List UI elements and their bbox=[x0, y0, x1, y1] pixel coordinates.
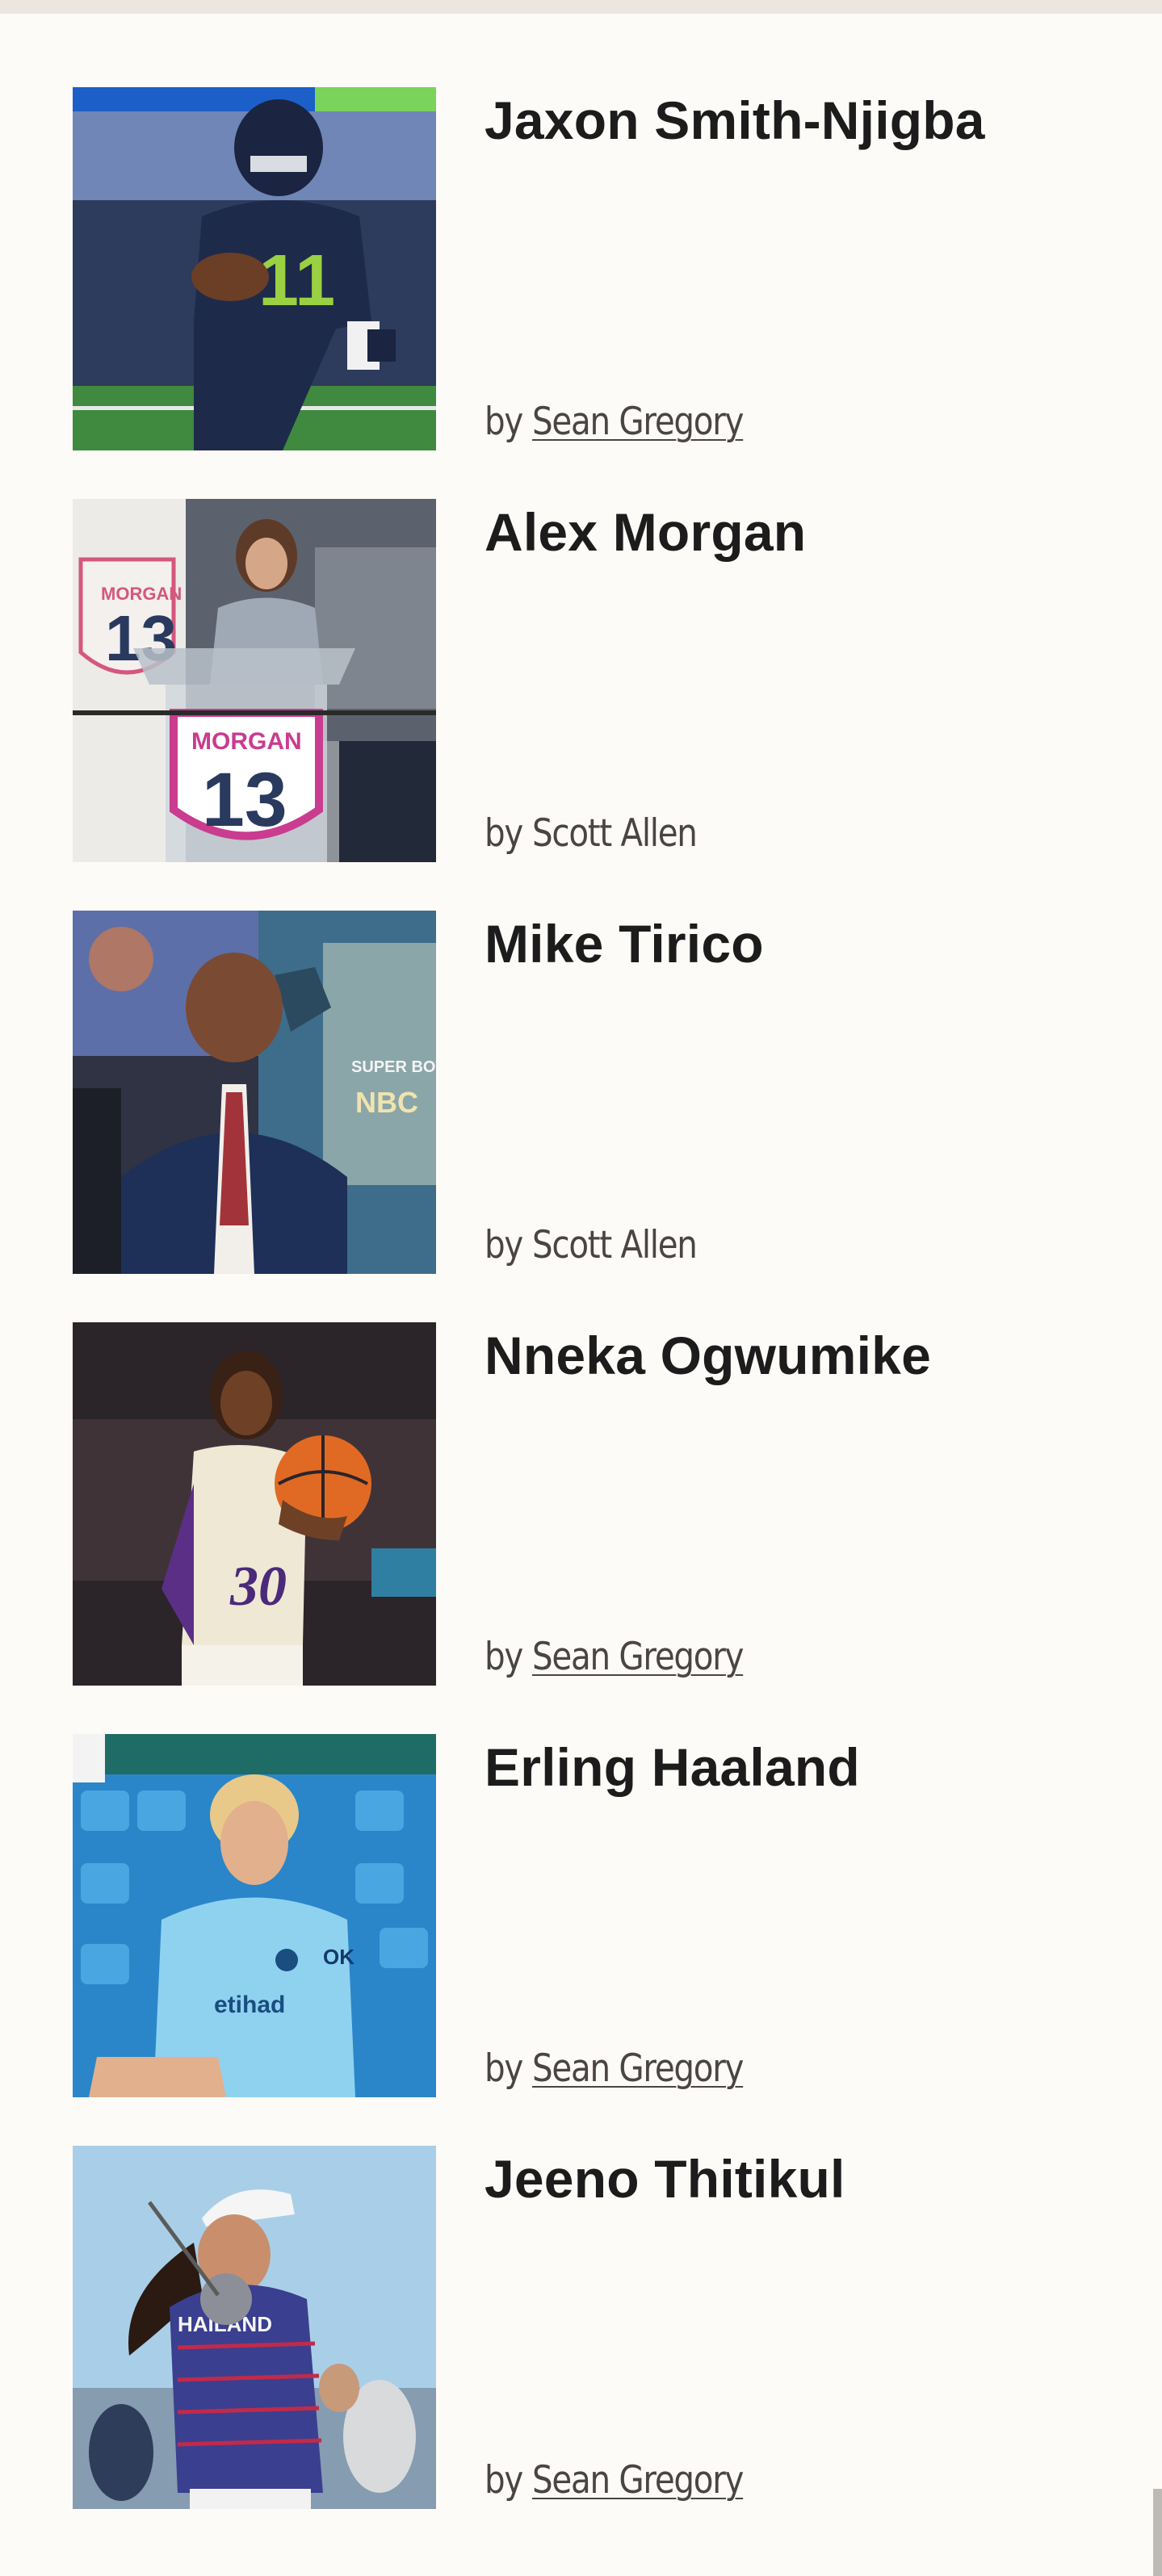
article-card: HAILAND Jeeno Thitikul bySean Gregory bbox=[73, 2146, 1090, 2509]
byline-prefix: by bbox=[485, 1635, 523, 1679]
byline-prefix: by bbox=[485, 2046, 523, 2091]
author-link[interactable]: Sean Gregory bbox=[532, 400, 744, 444]
podium-speaker-photo: MORGAN 13 MORGAN 13 bbox=[73, 499, 436, 862]
svg-text:OK: OK bbox=[323, 1945, 354, 1969]
byline: by Sean Gregory bbox=[485, 2046, 744, 2091]
svg-text:SUPER BOW: SUPER BOW bbox=[351, 1058, 436, 1076]
article-thumbnail[interactable]: SUPER BOW NBC bbox=[73, 911, 436, 1274]
article-thumbnail[interactable]: HAILAND bbox=[73, 2146, 436, 2509]
author-link[interactable]: Sean Gregory bbox=[532, 1635, 744, 1679]
svg-text:NBC: NBC bbox=[355, 1086, 418, 1119]
author-link[interactable]: Sean Gregory bbox=[532, 2046, 744, 2091]
svg-text:30: 30 bbox=[229, 1556, 287, 1618]
football-player-photo: 11 bbox=[73, 87, 436, 450]
article-card: OK etihad Erling Haaland by Sean Gregory bbox=[73, 1734, 1090, 2097]
scrollbar-thumb[interactable] bbox=[1153, 2489, 1162, 2576]
golfer-photo: HAILAND bbox=[73, 2146, 436, 2509]
article-thumbnail[interactable]: 30 bbox=[73, 1322, 436, 1686]
svg-text:MORGAN: MORGAN bbox=[191, 728, 302, 755]
byline-prefix: by bbox=[485, 1223, 523, 1267]
basketball-player-photo: 30 bbox=[73, 1322, 436, 1686]
article-thumbnail[interactable]: OK etihad bbox=[73, 1734, 436, 2097]
broadcaster-photo: SUPER BOW NBC bbox=[73, 911, 436, 1274]
top-divider bbox=[0, 0, 1162, 14]
svg-text:etihad: etihad bbox=[214, 1992, 285, 2018]
byline-prefix: by bbox=[485, 400, 523, 444]
author-name: Scott Allen bbox=[532, 1223, 698, 1267]
article-title[interactable]: Mike Tirico bbox=[485, 914, 764, 975]
byline: by Scott Allen bbox=[485, 1223, 698, 1267]
article-card: MORGAN 13 MORGAN 13 Alex Morgan by Scott … bbox=[73, 499, 1090, 862]
article-thumbnail[interactable]: MORGAN 13 MORGAN 13 bbox=[73, 499, 436, 862]
author-link[interactable]: Sean Gregory bbox=[532, 2458, 744, 2503]
byline: by Sean Gregory bbox=[485, 1635, 744, 1679]
soccer-player-photo: OK etihad bbox=[73, 1734, 436, 2097]
article-title[interactable]: Jeeno Thitikul bbox=[485, 2149, 845, 2210]
svg-text:MORGAN: MORGAN bbox=[101, 584, 182, 604]
article-title[interactable]: Erling Haaland bbox=[485, 1737, 860, 1799]
article-card: 11 Jaxon Smith-Njigba by Sean Gregory bbox=[73, 87, 1090, 450]
svg-text:11: 11 bbox=[258, 241, 335, 321]
article-title[interactable]: Nneka Ogwumike bbox=[485, 1326, 931, 1387]
byline: by Scott Allen bbox=[485, 811, 698, 856]
byline: by Sean Gregory bbox=[485, 2458, 744, 2503]
byline-prefix: by bbox=[485, 811, 523, 856]
byline-prefix: by bbox=[485, 2458, 523, 2503]
article-card: 30 Nneka Ogwumike by Sean Gregory bbox=[73, 1322, 1090, 1686]
svg-text:13: 13 bbox=[202, 757, 287, 843]
article-title[interactable]: Alex Morgan bbox=[485, 502, 806, 563]
article-title[interactable]: Jaxon Smith-Njigba bbox=[485, 90, 985, 152]
author-name: Scott Allen bbox=[532, 811, 698, 856]
article-thumbnail[interactable]: 11 bbox=[73, 87, 436, 450]
article-card: SUPER BOW NBC Mike Tirico byScott Allen bbox=[73, 911, 1090, 1274]
byline: by Sean Gregory bbox=[485, 400, 744, 444]
